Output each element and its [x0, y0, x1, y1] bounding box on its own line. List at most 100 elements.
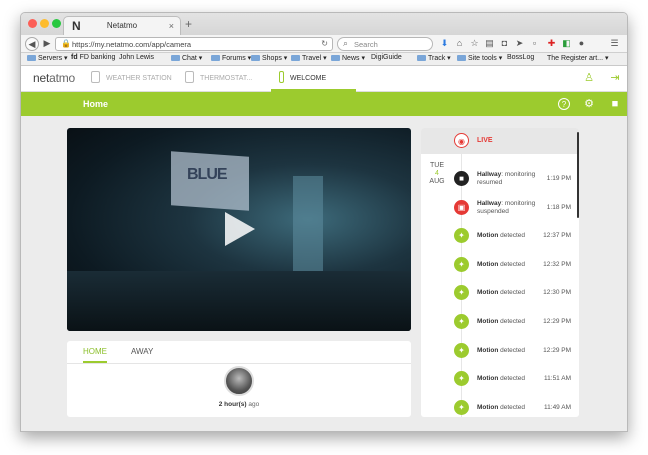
clipboard-icon[interactable]: ▤	[484, 38, 495, 49]
presence-panel: HOME AWAY 2 hour(s) ago	[67, 341, 411, 417]
folder-icon	[211, 55, 220, 61]
bookmark-item[interactable]: fd FD banking	[71, 54, 115, 61]
search-input[interactable]: ⌕ Search	[337, 37, 433, 51]
bookmark-item[interactable]: DigiGuide	[371, 54, 402, 61]
new-tab-button[interactable]: +	[185, 17, 192, 31]
url-text: https://my.netatmo.com/app/camera	[72, 40, 192, 49]
browser-tab[interactable]: N Netatmo ×	[63, 16, 181, 36]
event-row[interactable]: ✦ Motion detected 12:29 PM	[421, 311, 579, 335]
menu-icon[interactable]: ☰	[609, 38, 620, 49]
motion-icon: ✦	[454, 314, 469, 329]
event-action: detected	[498, 375, 526, 383]
bookmark-item[interactable]: Servers ▾	[27, 54, 68, 62]
logo-part: net	[33, 71, 50, 85]
bookmark-label: Servers ▾	[38, 55, 68, 62]
event-description: Motion detected	[477, 347, 539, 355]
event-description: Motion detected	[477, 318, 539, 326]
pocket-icon[interactable]: ◘	[499, 38, 510, 49]
bookmark-item[interactable]: Travel ▾	[291, 54, 327, 62]
user-icon[interactable]: ♙	[583, 72, 595, 84]
video-camera-icon[interactable]: ■	[609, 98, 621, 110]
event-subject: Motion	[477, 289, 499, 297]
event-row[interactable]: ✦ Motion detected 11:49 AM	[421, 397, 579, 417]
event-description: Motion detected	[477, 289, 539, 297]
close-window-icon[interactable]	[28, 19, 37, 28]
event-subject: Motion	[477, 232, 499, 240]
bookmark-label: Site tools ▾	[468, 55, 503, 62]
settings-gear-icon[interactable]: ⚙	[583, 98, 595, 110]
product-welcome[interactable]: WELCOME	[271, 66, 357, 92]
camera-video-player[interactable]: BLUE	[67, 128, 411, 331]
tab-close-icon[interactable]: ×	[169, 21, 174, 31]
tab-away[interactable]: AWAY	[131, 347, 153, 361]
avatar[interactable]	[224, 366, 254, 396]
video-frame-detail: BLUE	[187, 166, 228, 183]
logout-icon[interactable]: ⇥	[609, 72, 621, 84]
event-time: 11:49 AM	[544, 403, 571, 411]
event-row[interactable]: ✦ Motion detected 12:32 PM	[421, 254, 579, 278]
thermostat-icon	[185, 71, 194, 83]
netatmo-page: netatmo WEATHER STATION THERMOSTAT... WE…	[21, 66, 627, 431]
browser-window: N Netatmo × + ◀ ▶ 🔒 https://my.netatmo.c…	[20, 12, 628, 432]
bookmark-item[interactable]: Forums ▾	[211, 54, 251, 62]
event-description: Hallway: monitoring suspended	[477, 200, 539, 216]
bookmark-star-icon[interactable]: ☆	[469, 38, 480, 49]
minimize-window-icon[interactable]	[40, 19, 49, 28]
product-weather-station[interactable]: WEATHER STATION	[91, 66, 172, 92]
product-thermostat[interactable]: THERMOSTAT...	[185, 66, 252, 92]
event-row[interactable]: ■ Hallway: monitoring resumed 1:19 PM	[421, 168, 579, 192]
page-icon[interactable]: ▫	[529, 38, 540, 49]
scrollbar[interactable]	[577, 132, 579, 218]
back-button[interactable]: ◀	[25, 37, 39, 51]
event-subject: Motion	[477, 318, 499, 325]
help-icon[interactable]: ?	[558, 98, 570, 110]
motion-icon: ✦	[454, 342, 469, 358]
motion-icon: ✦	[454, 228, 469, 244]
event-description: Motion detected	[477, 404, 539, 412]
event-row[interactable]: ✦ Motion detected 12:30 PM	[421, 282, 579, 306]
bookmark-item[interactable]: BossLog	[507, 54, 534, 61]
download-icon[interactable]: ⬇	[439, 38, 450, 49]
bookmark-item[interactable]: John Lewis	[119, 54, 154, 61]
bookmark-item[interactable]: Site tools ▾	[457, 54, 502, 62]
live-button[interactable]: ◉ LIVE	[421, 128, 579, 154]
bookmark-item[interactable]: Track ▾	[417, 54, 451, 62]
bookmark-item[interactable]: The Register art... ▾	[547, 54, 608, 62]
since-value: 2 hour(s)	[218, 401, 247, 408]
app-header: netatmo WEATHER STATION THERMOSTAT... WE…	[21, 66, 627, 92]
tab-strip: N Netatmo × +	[21, 13, 627, 36]
motion-icon: ✦	[454, 285, 469, 301]
event-row[interactable]: ✦ Motion detected 12:29 PM	[421, 340, 579, 364]
addon-green-icon[interactable]: ◧	[561, 38, 572, 49]
bookmark-label: John Lewis	[119, 54, 155, 61]
address-bar[interactable]: 🔒 https://my.netatmo.com/app/camera ↻	[55, 37, 333, 51]
reload-icon[interactable]: ↻	[321, 39, 328, 48]
folder-icon	[417, 55, 426, 61]
home-icon[interactable]: ⌂	[454, 38, 465, 49]
tab-home[interactable]: HOME	[83, 347, 107, 363]
event-row[interactable]: ✦ Motion detected 11:51 AM	[421, 368, 579, 392]
product-label: WEATHER STATION	[106, 75, 172, 82]
events-timeline: ◉ LIVE TUE 4 AUG ■ Hallway: monitoring re…	[421, 128, 579, 417]
play-icon[interactable]	[225, 212, 255, 246]
search-icon: ⌕	[343, 38, 349, 48]
send-icon[interactable]: ➤	[514, 38, 525, 49]
bookmark-item[interactable]: Shops ▾	[251, 54, 287, 62]
tab-title: Netatmo	[106, 21, 138, 30]
netatmo-logo[interactable]: netatmo	[33, 71, 75, 85]
addon-red-icon[interactable]: ✚	[546, 38, 557, 49]
event-description: Motion detected	[477, 375, 539, 383]
event-description: Hallway: monitoring resumed	[477, 171, 539, 187]
divider	[67, 363, 411, 364]
event-subject: Motion	[477, 403, 499, 411]
event-row[interactable]: ▣ Hallway: monitoring suspended 1:18 PM	[421, 197, 579, 221]
zoom-window-icon[interactable]	[52, 19, 61, 28]
bookmark-item[interactable]: News ▾	[331, 54, 365, 62]
event-row[interactable]: ✦ Motion detected 12:37 PM	[421, 225, 579, 249]
event-time: 12:32 PM	[543, 260, 571, 268]
event-subject: Motion	[477, 346, 499, 354]
forward-button[interactable]: ▶	[40, 37, 54, 51]
chat-icon[interactable]: ●	[576, 38, 587, 49]
product-label: THERMOSTAT...	[200, 75, 253, 82]
bookmark-item[interactable]: Chat ▾	[171, 54, 202, 62]
